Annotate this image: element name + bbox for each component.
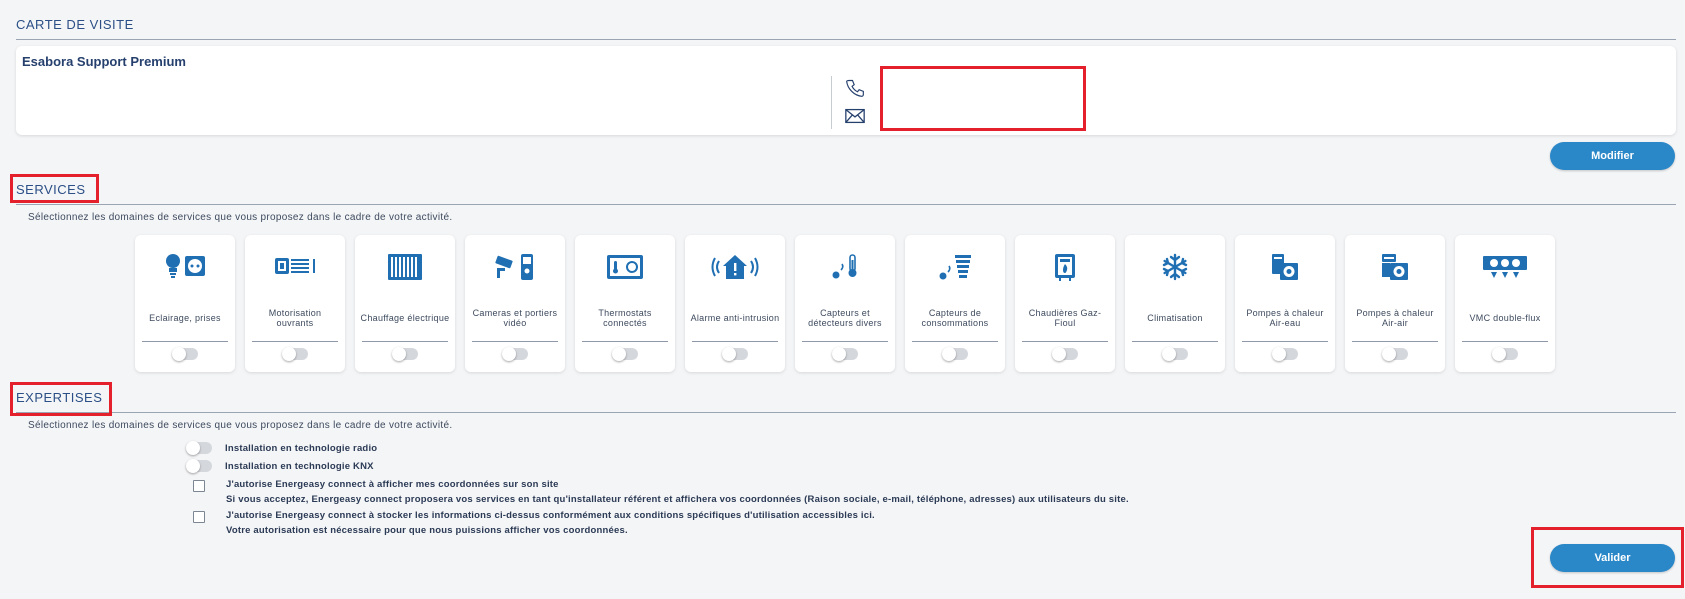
expertise-radio-row: Installation en technologie radio	[186, 441, 378, 455]
service-toggle-ventilation[interactable]	[1492, 347, 1518, 361]
service-tile-lighting: Eclairage, prises	[135, 235, 235, 372]
consumption-sensor-icon	[931, 249, 979, 285]
services-title-highlight	[10, 174, 99, 203]
service-tile-air-conditioning: Climatisation	[1125, 235, 1225, 372]
business-card-section-title: CARTE DE VISITE	[16, 17, 134, 32]
service-toggle-thermostats[interactable]	[612, 347, 638, 361]
service-toggle-cameras[interactable]	[502, 347, 528, 361]
service-tile-thermostats: Thermostats connectés	[575, 235, 675, 372]
expertises-hint: Sélectionnez les domaines de services qu…	[28, 420, 453, 431]
service-tile-alarm: Alarme anti-intrusion	[685, 235, 785, 372]
service-label: Capteurs et détecteurs divers	[808, 308, 882, 328]
service-label: Eclairage, prises	[149, 313, 221, 323]
consent-display-label: J'autorise Energeasy connect à afficher …	[226, 479, 559, 490]
service-tile-boilers: Chaudières Gaz-Fioul	[1015, 235, 1115, 372]
consent-display-checkbox[interactable]	[193, 480, 205, 492]
consent-storage-note: Votre autorisation est nécessaire pour q…	[226, 525, 628, 536]
edit-button[interactable]: Modifier	[1550, 142, 1675, 170]
service-tile-cameras: Cameras et portiers vidéo	[465, 235, 565, 372]
service-label: Thermostats connectés	[598, 308, 652, 328]
services-grid: Eclairage, prises Motorisation ouvrants …	[135, 235, 1555, 372]
submit-button[interactable]: Valider	[1550, 544, 1675, 572]
motorized-shutter-icon	[271, 249, 319, 285]
service-toggle-heat-pump-water[interactable]	[1272, 347, 1298, 361]
expertise-knx-row: Installation en technologie KNX	[186, 459, 374, 473]
card-divider	[831, 76, 832, 129]
service-tile-consumption: Capteurs de consommations	[905, 235, 1005, 372]
expertise-knx-label: Installation en technologie KNX	[225, 460, 374, 472]
service-toggle-consumption[interactable]	[942, 347, 968, 361]
expertise-knx-toggle[interactable]	[186, 459, 212, 473]
expertises-divider	[16, 412, 1676, 413]
service-label: VMC double-flux	[1469, 313, 1541, 323]
services-hint: Sélectionnez les domaines de services qu…	[28, 212, 453, 223]
heat-pump-water-icon	[1261, 249, 1309, 285]
expertise-radio-toggle[interactable]	[186, 441, 212, 455]
consent-storage-label: J'autorise Energeasy connect à stocker l…	[226, 510, 875, 521]
service-toggle-lighting[interactable]	[172, 347, 198, 361]
business-card-divider	[16, 39, 1676, 40]
service-label: Climatisation	[1147, 313, 1203, 323]
alarm-house-icon	[711, 249, 759, 285]
thermostat-icon	[601, 249, 649, 285]
service-tile-motorization: Motorisation ouvrants	[245, 235, 345, 372]
service-toggle-electric-heating[interactable]	[392, 347, 418, 361]
service-label: Pompes à chaleur Air-air	[1356, 308, 1434, 328]
service-label: Chaudières Gaz-Fioul	[1028, 308, 1102, 328]
consent-storage-checkbox[interactable]	[193, 511, 205, 523]
service-tile-electric-heating: Chauffage électrique	[355, 235, 455, 372]
service-label: Alarme anti-intrusion	[690, 313, 780, 323]
service-tile-sensors: Capteurs et détecteurs divers	[795, 235, 895, 372]
business-card: Esabora Support Premium	[16, 46, 1676, 135]
lightbulb-socket-icon	[161, 249, 209, 285]
boiler-icon	[1041, 249, 1089, 285]
service-label: Motorisation ouvrants	[268, 308, 322, 328]
service-label: Chauffage électrique	[360, 313, 450, 323]
service-tile-heat-pump-water: Pompes à chaleur Air-eau	[1235, 235, 1335, 372]
company-name: Esabora Support Premium	[22, 54, 186, 69]
heat-pump-air-icon	[1371, 249, 1419, 285]
service-tile-ventilation: VMC double-flux	[1455, 235, 1555, 372]
contact-info-redaction-box	[880, 66, 1086, 131]
service-label: Capteurs de consommations	[921, 308, 989, 328]
service-toggle-air-conditioning[interactable]	[1162, 347, 1188, 361]
service-toggle-alarm[interactable]	[722, 347, 748, 361]
service-toggle-motorization[interactable]	[282, 347, 308, 361]
consent-display-note: Si vous acceptez, Energeasy connect prop…	[226, 494, 1129, 505]
expertises-title-highlight	[10, 382, 112, 416]
service-tile-heat-pump-air: Pompes à chaleur Air-air	[1345, 235, 1445, 372]
ventilation-icon	[1481, 249, 1529, 285]
expertise-radio-label: Installation en technologie radio	[225, 442, 378, 454]
envelope-icon	[845, 108, 865, 124]
service-label: Pompes à chaleur Air-eau	[1246, 308, 1324, 328]
sensor-thermometer-icon	[821, 249, 869, 285]
camera-intercom-icon	[491, 249, 539, 285]
phone-icon	[846, 79, 864, 97]
service-toggle-boilers[interactable]	[1052, 347, 1078, 361]
electric-radiator-icon	[381, 249, 429, 285]
service-toggle-heat-pump-air[interactable]	[1382, 347, 1408, 361]
service-label: Cameras et portiers vidéo	[472, 308, 558, 328]
snowflake-icon	[1151, 249, 1199, 285]
service-toggle-sensors[interactable]	[832, 347, 858, 361]
services-divider	[16, 204, 1676, 205]
